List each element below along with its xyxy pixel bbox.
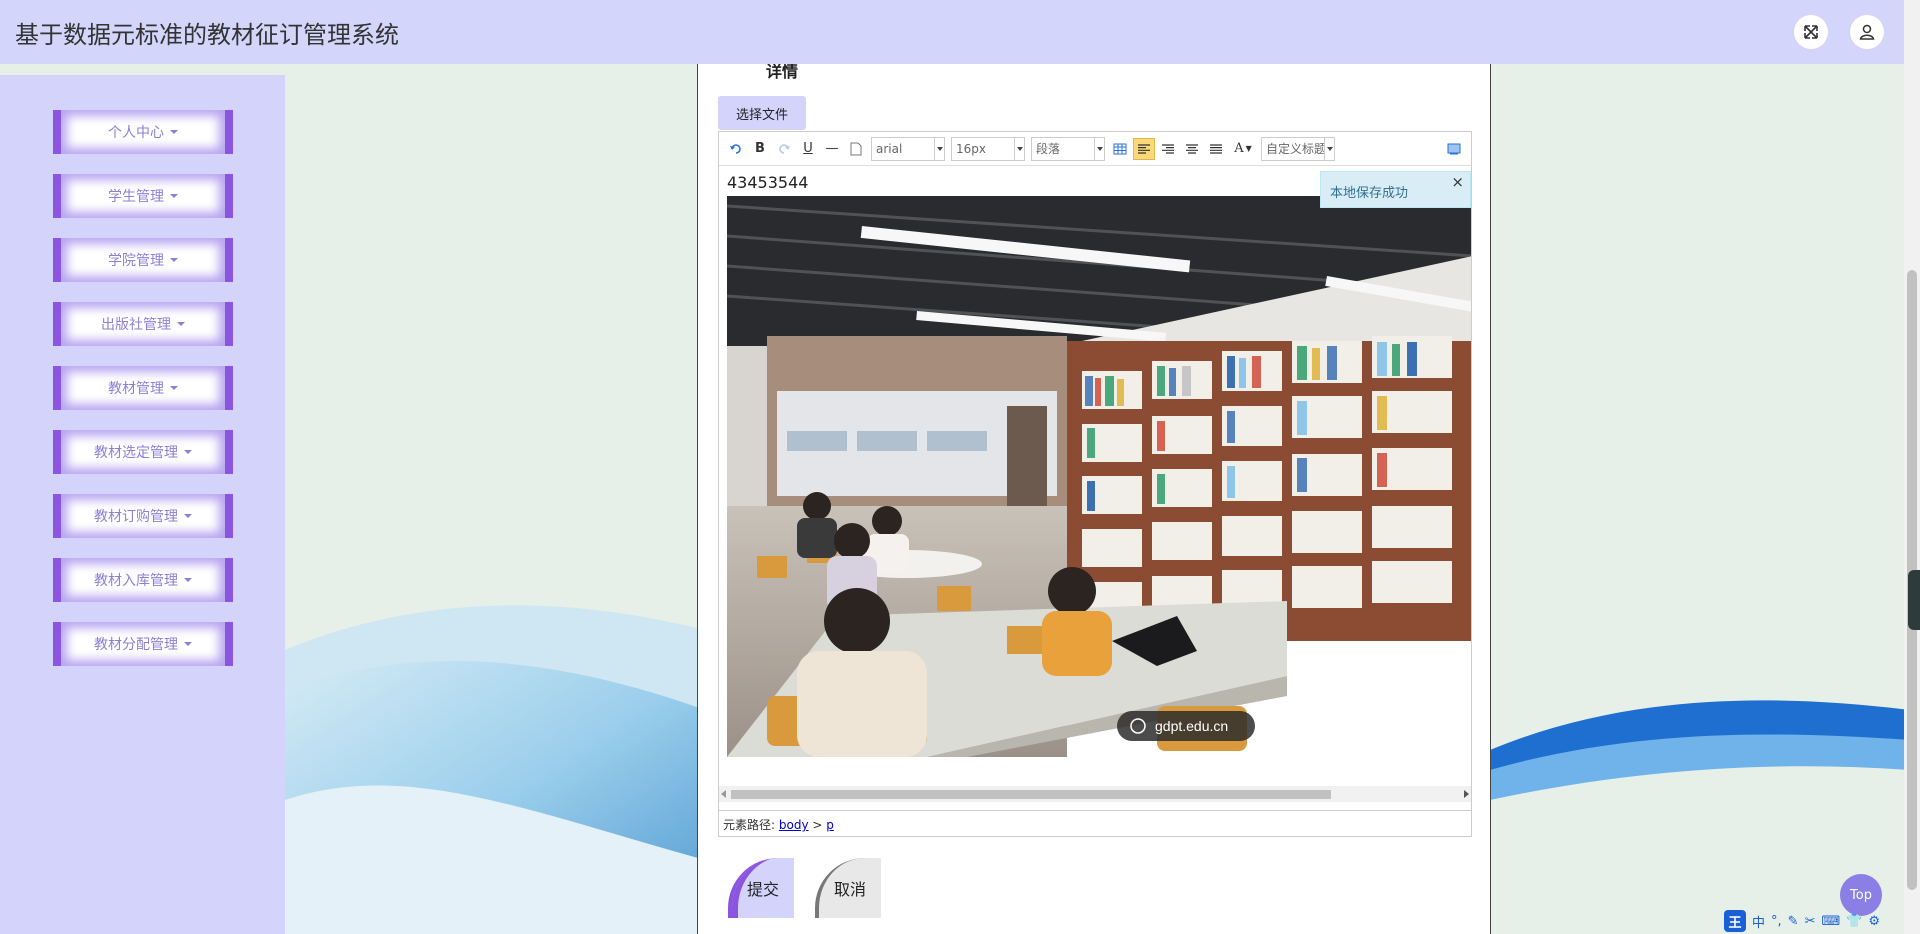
- user-icon[interactable]: [1850, 15, 1884, 49]
- app-title: 基于数据元标准的教材征订管理系统: [15, 20, 399, 49]
- sidebar-item-textbook-distribution[interactable]: 教材分配管理: [53, 622, 233, 666]
- library-photo: gdpt.edu.cn: [727, 196, 1471, 757]
- editor-toolbar: B U — arial 16px 段落 A ▼ 自定义标题: [719, 132, 1471, 166]
- preview-icon[interactable]: [1443, 138, 1465, 160]
- ime-keyboard-icon[interactable]: ⌨: [1821, 914, 1840, 929]
- bold-button[interactable]: B: [749, 138, 771, 160]
- fullscreen-icon[interactable]: [1794, 15, 1828, 49]
- rich-text-editor: B U — arial 16px 段落 A ▼ 自定义标题 43453544 g…: [718, 131, 1472, 837]
- scrollbar-thumb[interactable]: [731, 790, 1331, 799]
- caret-down-icon: [177, 322, 185, 326]
- align-left-icon[interactable]: [1133, 137, 1155, 160]
- save-success-toast: 本地保存成功 ×: [1320, 171, 1471, 208]
- sidebar-item-textbook-warehousing[interactable]: 教材入库管理: [53, 558, 233, 602]
- table-icon[interactable]: [1109, 138, 1131, 160]
- ime-toolbar: 王 中 °, ✎ ✂ ⌨ 👕 ⚙: [1724, 910, 1904, 932]
- page-scrollbar[interactable]: [1904, 0, 1920, 934]
- align-right-icon[interactable]: [1157, 138, 1179, 160]
- caret-down-icon: [184, 642, 192, 646]
- choose-file-button[interactable]: 选择文件: [718, 96, 806, 130]
- cancel-button[interactable]: 取消: [815, 858, 881, 918]
- sidebar-item-textbook-selection[interactable]: 教材选定管理: [53, 430, 233, 474]
- custom-title-select[interactable]: 自定义标题: [1261, 136, 1335, 161]
- font-color-button[interactable]: A ▼: [1229, 138, 1257, 160]
- ime-scissors-icon[interactable]: ✂: [1805, 914, 1816, 929]
- background-wave-left: [285, 560, 705, 934]
- caret-down-icon: [170, 194, 178, 198]
- sidebar-item-textbook-ordering[interactable]: 教材订购管理: [53, 494, 233, 538]
- editor-content-area[interactable]: 43453544 gdpt.edu.cn 本地保存成功 ×: [719, 166, 1471, 800]
- ime-punctuation-icon[interactable]: °,: [1771, 914, 1782, 929]
- caret-down-icon: [170, 130, 178, 134]
- ime-settings-icon[interactable]: ⚙: [1868, 914, 1880, 929]
- align-center-icon[interactable]: [1181, 138, 1203, 160]
- sidebar-item-student-management[interactable]: 学生管理: [53, 174, 233, 218]
- font-size-select[interactable]: 16px: [951, 136, 1025, 161]
- element-path-p-link[interactable]: p: [826, 818, 834, 832]
- caret-down-icon: [184, 514, 192, 518]
- horizontal-rule-button[interactable]: —: [821, 138, 843, 160]
- image-watermark: gdpt.edu.cn: [1155, 718, 1228, 734]
- horizontal-scrollbar[interactable]: [719, 786, 1471, 802]
- element-path-bar: 元素路径: body > p: [719, 810, 1471, 836]
- align-justify-icon[interactable]: [1205, 138, 1227, 160]
- close-icon[interactable]: ×: [1451, 173, 1464, 191]
- sidebar: 个人中心 学生管理 学院管理 出版社管理 教材管理 教材选定管理 教材订购管理 …: [0, 75, 285, 934]
- paragraph-select[interactable]: 段落: [1031, 136, 1105, 161]
- undo-icon[interactable]: [725, 138, 747, 160]
- page-icon[interactable]: [845, 138, 867, 160]
- caret-down-icon: [170, 386, 178, 390]
- sidebar-item-textbook-management[interactable]: 教材管理: [53, 366, 233, 410]
- form-panel: 详情 选择文件 B U — arial 16px 段落 A ▼ 自定义标题 43…: [697, 62, 1491, 934]
- scroll-left-icon[interactable]: [721, 790, 726, 798]
- element-path-body-link[interactable]: body: [779, 818, 809, 832]
- submit-button[interactable]: 提交: [728, 858, 794, 918]
- caret-down-icon: [184, 578, 192, 582]
- sidebar-item-publisher-management[interactable]: 出版社管理: [53, 302, 233, 346]
- caret-down-icon: [184, 450, 192, 454]
- caret-down-icon: [170, 258, 178, 262]
- font-family-select[interactable]: arial: [871, 136, 945, 161]
- redo-icon[interactable]: [773, 138, 795, 160]
- sidebar-item-personal-center[interactable]: 个人中心: [53, 110, 233, 154]
- scroll-right-icon[interactable]: [1464, 790, 1469, 798]
- ime-skin-icon[interactable]: 👕: [1846, 914, 1862, 929]
- ime-logo[interactable]: 王: [1724, 910, 1746, 932]
- ime-pen-icon[interactable]: ✎: [1788, 914, 1799, 929]
- side-widget[interactable]: [1908, 570, 1920, 630]
- underline-button[interactable]: U: [797, 138, 819, 160]
- ime-mode[interactable]: 中: [1752, 912, 1765, 931]
- top-header: 基于数据元标准的教材征订管理系统: [0, 0, 1904, 64]
- sidebar-item-college-management[interactable]: 学院管理: [53, 238, 233, 282]
